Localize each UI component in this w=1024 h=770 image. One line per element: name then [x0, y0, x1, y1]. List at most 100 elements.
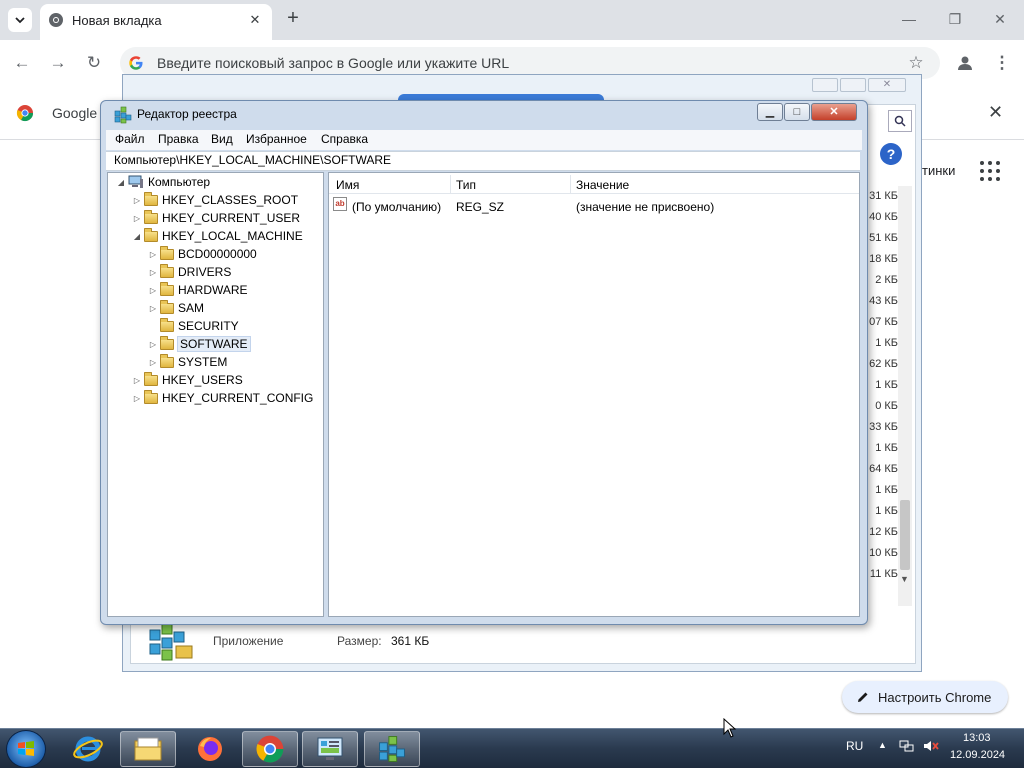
infobar-close-icon[interactable]: ✕	[988, 102, 1003, 123]
menu-edit[interactable]: Правка	[158, 132, 199, 146]
column-header-type[interactable]: Тип	[456, 178, 476, 192]
apps-grid-icon[interactable]	[980, 161, 1000, 181]
column-divider[interactable]	[450, 175, 451, 193]
tree-item-hkey-classes-root[interactable]: ▷ HKEY_CLASSES_ROOT	[132, 191, 313, 209]
collapsed-arrow-icon[interactable]: ▷	[148, 340, 158, 349]
value-row-type: REG_SZ	[456, 200, 505, 214]
collapsed-arrow-icon[interactable]: ▷	[148, 250, 158, 259]
folder-icon	[144, 371, 158, 386]
taskbar-firefox-button[interactable]	[182, 731, 238, 767]
bookmark-star-icon[interactable]: ☆	[904, 51, 928, 75]
column-header-value[interactable]: Значение	[576, 178, 629, 192]
regedit-title: Редактор реестра	[137, 107, 237, 121]
regedit-icon	[379, 736, 405, 762]
taskbar-explorer-button[interactable]	[120, 731, 176, 767]
taskbar-ie-button[interactable]	[60, 731, 116, 767]
column-divider[interactable]	[570, 175, 571, 193]
menu-help[interactable]: Справка	[321, 132, 368, 146]
collapsed-arrow-icon[interactable]: ▷	[132, 394, 142, 403]
close-window-icon[interactable]: ✕	[986, 8, 1014, 30]
file-size: 0 КБ	[875, 400, 898, 412]
tree-item-software[interactable]: ▷ SOFTWARE	[148, 335, 313, 353]
bg-maximize-icon[interactable]	[840, 78, 866, 92]
expanded-arrow-icon[interactable]: ◢	[132, 232, 142, 241]
customize-chrome-button[interactable]: Настроить Chrome	[842, 681, 1008, 713]
column-header-name[interactable]: Имя	[336, 178, 359, 192]
tree-item-hkey-current-config[interactable]: ▷ HKEY_CURRENT_CONFIG	[132, 389, 313, 407]
tree-item-label: SAM	[178, 301, 205, 315]
computer-icon	[128, 175, 143, 188]
tree-item-computer[interactable]: ◢ Компьютер	[116, 173, 313, 191]
clock-time[interactable]: 13:03	[963, 732, 991, 744]
regedit-maximize-button[interactable]: □	[784, 103, 810, 121]
reload-icon[interactable]: ↻	[82, 51, 106, 75]
tree-item-security[interactable]: SECURITY	[148, 317, 313, 335]
regedit-close-button[interactable]: ✕	[811, 103, 857, 121]
bg-close-icon[interactable]: ✕	[868, 78, 906, 92]
tree-item-label: HKEY_LOCAL_MACHINE	[162, 229, 303, 243]
menu-view[interactable]: Вид	[211, 132, 233, 146]
tab-close-icon[interactable]: ✕	[246, 11, 264, 29]
forward-icon[interactable]: →	[46, 51, 70, 75]
collapsed-arrow-icon[interactable]: ▷	[148, 268, 158, 277]
taskbar-regedit-button[interactable]	[364, 731, 420, 767]
tree-item-label: HARDWARE	[178, 283, 248, 297]
google-g-icon	[129, 56, 143, 70]
taskbar-chrome-button[interactable]	[242, 731, 298, 767]
chrome-icon	[256, 735, 284, 763]
restore-icon[interactable]: ❐	[941, 8, 969, 30]
minimize-icon[interactable]: —	[895, 8, 923, 30]
show-hidden-icons-arrow-icon[interactable]: ▲	[878, 740, 887, 750]
clock-date[interactable]: 12.09.2024	[950, 749, 1005, 761]
menu-favorites[interactable]: Избранное	[246, 132, 307, 146]
control-panel-icon	[317, 737, 343, 760]
search-icon[interactable]	[888, 110, 912, 132]
collapsed-arrow-icon[interactable]: ▷	[132, 376, 142, 385]
bg-minimize-icon[interactable]	[812, 78, 838, 92]
file-size: 2 КБ	[875, 274, 898, 286]
scroll-down-arrow-icon[interactable]: ▼	[900, 574, 909, 584]
profile-icon[interactable]	[956, 54, 974, 72]
registry-values-pane[interactable]	[328, 172, 860, 617]
tree-item-bcd[interactable]: ▷ BCD00000000	[148, 245, 313, 263]
file-size: 1 КБ	[875, 505, 898, 517]
tree-item-drivers[interactable]: ▷ DRIVERS	[148, 263, 313, 281]
collapsed-arrow-icon[interactable]: ▷	[132, 214, 142, 223]
menu-file[interactable]: Файл	[115, 132, 145, 146]
folder-icon	[144, 209, 158, 224]
network-icon[interactable]	[899, 739, 915, 753]
file-size: 1 КБ	[875, 442, 898, 454]
internet-explorer-icon	[73, 736, 103, 762]
omnibox-input[interactable]: Введите поисковый запрос в Google или ук…	[157, 55, 509, 71]
collapsed-arrow-icon[interactable]: ▷	[132, 196, 142, 205]
bg-scrollbar-thumb[interactable]	[900, 500, 910, 570]
value-row-name[interactable]: (По умолчанию)	[352, 200, 441, 214]
string-value-icon: ab	[333, 197, 347, 211]
collapsed-arrow-icon[interactable]: ▷	[148, 358, 158, 367]
regedit-minimize-button[interactable]: ▁	[757, 103, 783, 121]
images-link[interactable]: тинки	[922, 163, 955, 178]
volume-muted-icon[interactable]	[922, 739, 940, 753]
tree-item-system[interactable]: ▷ SYSTEM	[148, 353, 313, 371]
bg-file-sizes-column: 31 КБ 40 КБ 51 КБ 18 КБ 2 КБ 43 КБ 07 КБ…	[864, 186, 898, 585]
language-indicator[interactable]: RU	[846, 739, 863, 753]
folder-icon	[160, 353, 174, 368]
new-tab-button[interactable]: +	[282, 8, 304, 30]
regedit-address-path[interactable]: Компьютер\HKEY_LOCAL_MACHINE\SOFTWARE	[114, 153, 391, 167]
collapsed-arrow-icon[interactable]: ▷	[148, 286, 158, 295]
tab-search-button[interactable]	[8, 8, 32, 32]
folder-icon	[144, 389, 158, 404]
back-icon[interactable]: ←	[10, 51, 34, 75]
tree-item-hkey-current-user[interactable]: ▷ HKEY_CURRENT_USER	[132, 209, 313, 227]
tree-item-hardware[interactable]: ▷ HARDWARE	[148, 281, 313, 299]
help-icon[interactable]: ?	[880, 143, 902, 165]
tree-item-hkey-users[interactable]: ▷ HKEY_USERS	[132, 371, 313, 389]
tree-item-hkey-local-machine[interactable]: ◢ HKEY_LOCAL_MACHINE	[132, 227, 313, 245]
menu-kebab-icon[interactable]: ⋮	[990, 51, 1014, 75]
expanded-arrow-icon[interactable]: ◢	[116, 178, 126, 187]
tree-item-sam[interactable]: ▷ SAM	[148, 299, 313, 317]
bg-size-label: Размер:	[337, 634, 382, 648]
taskbar-control-panel-button[interactable]	[302, 731, 358, 767]
collapsed-arrow-icon[interactable]: ▷	[148, 304, 158, 313]
start-button[interactable]	[6, 730, 46, 768]
